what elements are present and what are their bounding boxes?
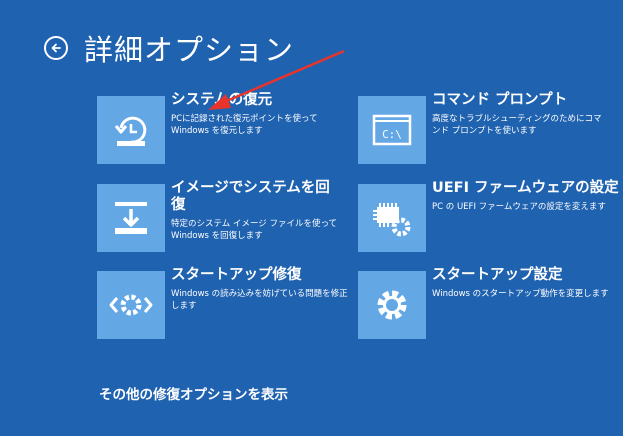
header: 詳細オプション	[44, 26, 294, 70]
startup-repair-icon	[109, 294, 153, 316]
tile-description: 高度なトラブルシューティングのためにコマンド プロンプトを使います	[432, 114, 602, 136]
back-arrow-icon	[51, 43, 61, 53]
cmd-icon-text: C:\	[382, 128, 402, 141]
tile-startup-repair[interactable]: スタートアップ修復 Windows の読み込みを妨げている問題を修正します	[97, 267, 351, 339]
more-repair-options-link[interactable]: その他の修復オプションを表示	[99, 383, 288, 403]
tile-text: イメージでシステムを回復 特定のシステム イメージ ファイルを使って Windo…	[171, 180, 341, 242]
gear-icon	[377, 290, 407, 320]
tile-title: スタートアップ修復	[171, 267, 302, 283]
tile-title: イメージでシステムを回復	[171, 180, 330, 213]
tile-description: PCに記録された復元ポイントを使って Windows を復元します	[171, 114, 318, 136]
tile-title: UEFI ファームウェアの設定	[432, 180, 619, 196]
tile-text: スタートアップ修復 Windows の読み込みを妨げている問題を修正します	[171, 267, 351, 312]
tile-text: スタートアップ設定 Windows のスタートアップ動作を変更します	[432, 267, 622, 300]
tile-description: PC の UEFI ファームウェアの設定を変えます	[432, 202, 606, 212]
uefi-chip-gear-icon	[373, 203, 411, 237]
startup-repair-icon-box	[97, 271, 165, 339]
tile-title: システムの復元	[171, 92, 273, 108]
tile-startup-settings[interactable]: スタートアップ設定 Windows のスタートアップ動作を変更します	[358, 267, 622, 339]
command-prompt-icon-box: C:\	[358, 96, 426, 164]
tile-description: Windows の読み込みを妨げている問題を修正します	[171, 289, 348, 311]
tile-text: コマンド プロンプト 高度なトラブルシューティングのためにコマンド プロンプトを…	[432, 92, 602, 137]
tile-command-prompt[interactable]: C:\ コマンド プロンプト 高度なトラブルシューティングのためにコマンド プロ…	[358, 92, 602, 164]
back-button[interactable]	[44, 36, 68, 60]
system-restore-icon	[114, 116, 147, 146]
tile-title: スタートアップ設定	[432, 267, 563, 283]
command-prompt-icon: C:\	[372, 114, 412, 146]
tile-title: コマンド プロンプト	[432, 92, 568, 108]
system-restore-icon-box	[97, 96, 165, 164]
tile-description: 特定のシステム イメージ ファイルを使って Windows を回復します	[171, 219, 338, 241]
page-title: 詳細オプション	[84, 33, 295, 67]
tile-system-restore[interactable]: システムの復元 PCに記録された復元ポイントを使って Windows を復元しま…	[97, 92, 331, 164]
tile-description: Windows のスタートアップ動作を変更します	[432, 289, 609, 299]
tile-uefi-firmware-settings[interactable]: UEFI ファームウェアの設定 PC の UEFI ファームウェアの設定を変えま…	[358, 180, 622, 252]
startup-settings-icon-box	[358, 271, 426, 339]
tile-text: システムの復元 PCに記録された復元ポイントを使って Windows を復元しま…	[171, 92, 331, 137]
system-image-recovery-icon-box	[97, 184, 165, 252]
tile-system-image-recovery[interactable]: イメージでシステムを回復 特定のシステム イメージ ファイルを使って Windo…	[97, 180, 341, 252]
tile-text: UEFI ファームウェアの設定 PC の UEFI ファームウェアの設定を変えま…	[432, 180, 622, 213]
uefi-icon-box	[358, 184, 426, 252]
system-image-recovery-icon	[115, 202, 147, 234]
